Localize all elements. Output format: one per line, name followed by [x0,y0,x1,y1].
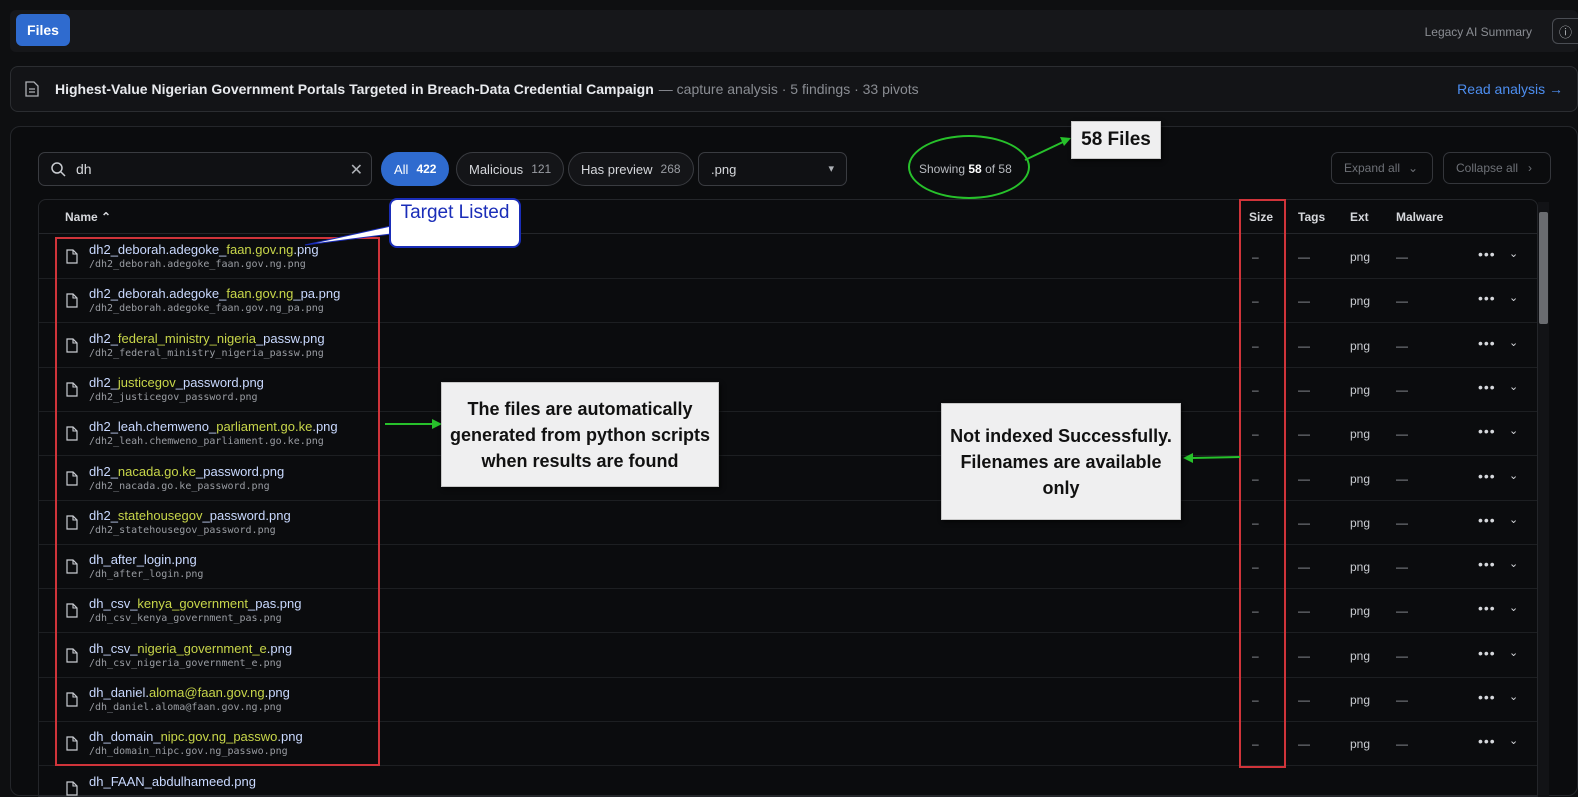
arrow-to-not-indexed-note [1191,456,1241,459]
annotation-arrows [304,137,1241,463]
not-indexed-callout: Not indexed Successfully. Filenames are … [941,403,1181,520]
arrow-to-files-count [1024,141,1064,161]
arrowhead [1183,453,1193,463]
auto-generated-callout: The files are automatically generated fr… [441,382,719,487]
bubble-tail [304,225,392,246]
arrowhead [1060,137,1071,146]
files-count-callout: 58 Files [1071,121,1161,159]
target-listed-callout: Target Listed [389,198,521,248]
